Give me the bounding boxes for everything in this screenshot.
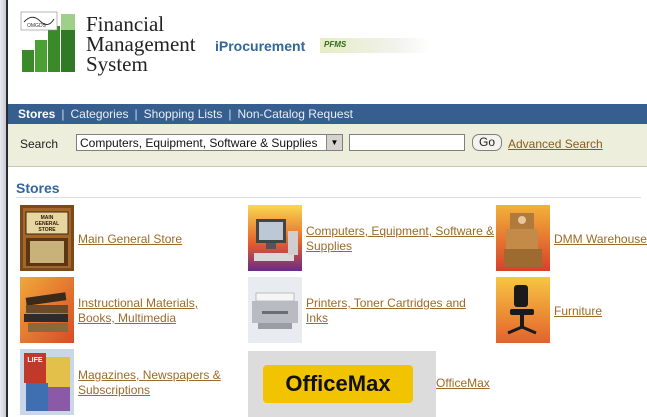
fms-logo: OMGDS xyxy=(20,11,75,72)
search-label: Search xyxy=(20,137,59,151)
main-general-store-image[interactable]: MAIN GENERAL STORE xyxy=(20,205,74,271)
system-title: Financial Management System xyxy=(86,12,196,76)
header: OMGDS Financial Management System iProcu… xyxy=(8,0,647,98)
search-bar: Search Computers, Equipment, Software & … xyxy=(8,124,647,167)
global-nav: Stores | Categories | Shopping Lists | N… xyxy=(8,104,647,124)
magazines-store-image[interactable]: LIFE xyxy=(20,349,74,415)
go-button[interactable]: Go xyxy=(472,134,502,151)
title-line-1: Financial xyxy=(86,12,165,36)
tab-shopping-lists[interactable]: Shopping Lists xyxy=(144,107,223,121)
officemax-logo-panel[interactable]: OfficeMax xyxy=(248,351,436,417)
computers-store-image[interactable] xyxy=(248,205,302,271)
svg-text:STORE: STORE xyxy=(38,227,56,233)
printers-store-image[interactable] xyxy=(248,277,302,343)
officemax-logo-text: OfficeMax xyxy=(285,371,391,396)
app-frame: OMGDS Financial Management System iProcu… xyxy=(6,0,647,417)
store-select-value: Computers, Equipment, Software & Supplie… xyxy=(80,136,318,150)
nav-separator: | xyxy=(61,107,65,121)
dropdown-arrow-icon[interactable]: ▼ xyxy=(326,135,342,150)
title-line-2: Management xyxy=(86,32,196,56)
app-title: iProcurement xyxy=(215,38,306,54)
svg-text:LIFE: LIFE xyxy=(27,357,42,364)
advanced-search-link[interactable]: Advanced Search xyxy=(508,137,603,151)
search-input[interactable] xyxy=(349,134,465,151)
divider xyxy=(16,197,641,198)
store-link-officemax[interactable]: OfficeMax xyxy=(436,376,490,391)
tab-stores[interactable]: Stores xyxy=(18,107,55,121)
officemax-logo: OfficeMax xyxy=(263,365,413,403)
instructional-materials-image[interactable] xyxy=(20,277,74,343)
store-link-main-general[interactable]: Main General Store xyxy=(78,232,182,247)
nav-separator: | xyxy=(134,107,138,121)
store-link-computers[interactable]: Computers, Equipment, Software & Supplie… xyxy=(306,224,496,254)
store-link-furniture[interactable]: Furniture xyxy=(554,304,602,319)
title-line-3: System xyxy=(86,52,148,76)
pfms-label: PFMS xyxy=(324,40,347,49)
svg-text:OMGDS: OMGDS xyxy=(27,23,47,29)
store-select[interactable]: Computers, Equipment, Software & Supplie… xyxy=(76,134,343,151)
stores-heading: Stores xyxy=(16,180,60,196)
store-link-magazines[interactable]: Magazines, Newspapers & Subscriptions xyxy=(78,368,238,398)
tab-non-catalog-request[interactable]: Non-Catalog Request xyxy=(238,107,353,121)
tab-categories[interactable]: Categories xyxy=(70,107,128,121)
store-link-dmm-warehouse[interactable]: DMM Warehouse xyxy=(554,232,647,247)
pfms-badge: PFMS xyxy=(320,38,430,53)
nav-separator: | xyxy=(228,107,232,121)
store-link-instructional-materials[interactable]: Instructional Materials, Books, Multimed… xyxy=(78,296,228,326)
furniture-store-image[interactable] xyxy=(496,277,550,343)
dmm-warehouse-image[interactable] xyxy=(496,205,550,271)
store-link-printers[interactable]: Printers, Toner Cartridges and Inks xyxy=(306,296,486,326)
